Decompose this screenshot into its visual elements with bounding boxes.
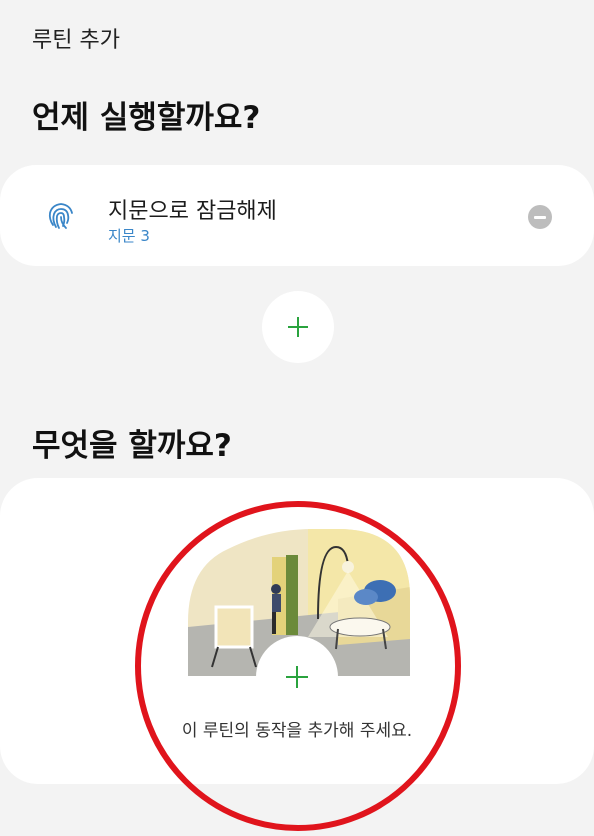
add-trigger-button[interactable] (262, 291, 334, 363)
add-action-hint: 이 루틴의 동작을 추가해 주세요. (181, 721, 413, 741)
trigger-card[interactable] (0, 165, 594, 266)
remove-trigger-button[interactable] (528, 205, 552, 229)
fingerprint-icon (48, 203, 73, 229)
trigger-name: 지문으로 잠금해제 (108, 199, 277, 224)
when-section-title: 언제 실행할까요? (32, 100, 261, 136)
trigger-detail: 지문 3 (108, 227, 150, 245)
what-section-title: 무엇을 할까요? (32, 428, 232, 464)
app-title: 루틴 추가 (32, 28, 120, 53)
add-action-button[interactable] (256, 636, 338, 718)
